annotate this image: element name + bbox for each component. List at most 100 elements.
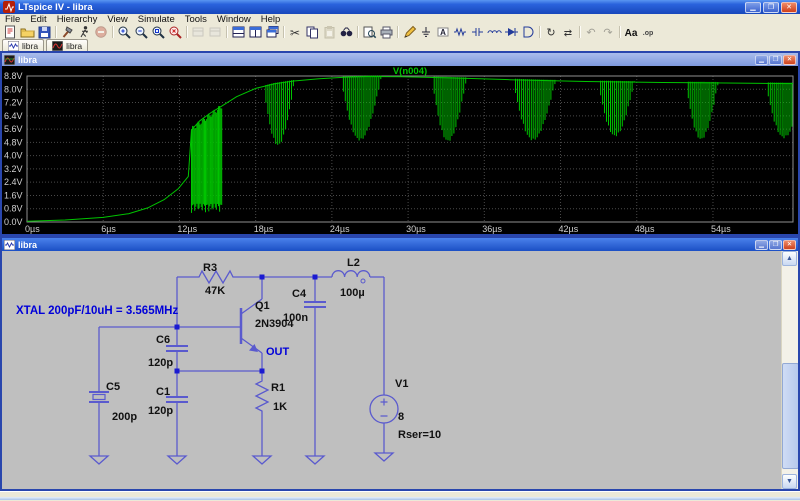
redo-button[interactable]: ↷	[600, 25, 617, 39]
zoom-out-button[interactable]	[133, 25, 150, 39]
component-button[interactable]	[520, 25, 537, 39]
open-button[interactable]	[19, 25, 36, 39]
zoom-full-extents-button[interactable]	[150, 25, 167, 39]
tile-vertical-button[interactable]	[247, 25, 264, 39]
net-label-button[interactable]: A	[435, 25, 452, 39]
schematic-canvas[interactable]: R347K L2100µ C4100n Q12N3904OUT C6120p C…	[2, 251, 798, 489]
undo-button[interactable]: ↶	[583, 25, 600, 39]
menu-help[interactable]: Help	[256, 14, 286, 25]
net-label-out[interactable]: OUT	[266, 346, 290, 358]
find-button[interactable]	[338, 25, 355, 39]
svg-text:200p: 200p	[112, 411, 137, 423]
schem-minimize-button[interactable]: ▁	[755, 240, 768, 250]
minimize-button[interactable]: ▁	[745, 2, 761, 13]
rotate-icon: ↻	[544, 25, 559, 39]
zoom-in-button[interactable]	[116, 25, 133, 39]
ground-symbol[interactable]	[90, 456, 108, 464]
schem-maximize-button[interactable]: ❐	[769, 240, 782, 250]
save-button[interactable]	[36, 25, 53, 39]
text-button[interactable]: Aa	[623, 25, 640, 39]
halt-button[interactable]	[93, 25, 110, 39]
wave-maximize-button[interactable]: ❐	[769, 55, 782, 65]
plot-settings-button[interactable]	[207, 25, 224, 39]
menu-simulate[interactable]: Simulate	[133, 14, 180, 25]
component-V1[interactable]: V18Rser=10	[370, 378, 441, 441]
scroll-up-button[interactable]: ▲	[782, 251, 797, 266]
copy-button[interactable]	[304, 25, 321, 39]
schem-close-button[interactable]: ✕	[783, 240, 796, 250]
autorange-y-axis-button[interactable]	[190, 25, 207, 39]
undo-icon: ↶	[584, 25, 599, 39]
svg-text:C6: C6	[156, 334, 170, 346]
control-panel-button[interactable]	[59, 25, 76, 39]
print-button[interactable]	[378, 25, 395, 39]
ground-symbol[interactable]	[306, 456, 324, 464]
wave-minimize-button[interactable]: ▁	[755, 55, 768, 65]
component-L2[interactable]: L2 100µ	[332, 257, 370, 299]
schematic-comment[interactable]: XTAL 200pF/10uH = 3.565MHz	[16, 305, 178, 317]
new-schematic-button[interactable]	[2, 25, 19, 39]
menu-view[interactable]: View	[102, 14, 132, 25]
edit-label-button[interactable]	[401, 25, 418, 39]
tile-horizontal-button[interactable]	[230, 25, 247, 39]
menu-tools[interactable]: Tools	[180, 14, 212, 25]
component-R1[interactable]: R11K	[256, 378, 287, 414]
component-C6[interactable]: C6120p	[148, 334, 188, 369]
ground-symbol[interactable]	[375, 453, 393, 461]
waveform-plot[interactable]: 8.8V8.0V7.2V6.4V5.6V4.8V4.0V3.2V2.4V1.6V…	[2, 66, 798, 234]
svg-text:Rser=10: Rser=10	[398, 429, 441, 441]
cascade-windows-button[interactable]	[264, 25, 281, 39]
waveform-plot-area[interactable]: 8.8V8.0V7.2V6.4V5.6V4.8V4.0V3.2V2.4V1.6V…	[2, 66, 798, 234]
svg-text:54µs: 54µs	[711, 224, 731, 234]
print-preview-button[interactable]	[361, 25, 378, 39]
menu-window[interactable]: Window	[212, 14, 256, 25]
toolbar-separator	[357, 26, 359, 38]
svg-text:36µs: 36µs	[482, 224, 502, 234]
run-button[interactable]	[76, 25, 93, 39]
menu-file[interactable]: File	[0, 14, 25, 25]
capacitor-button[interactable]	[469, 25, 486, 39]
tab-libra-1[interactable]: libra	[2, 39, 44, 51]
svg-text:0.0V: 0.0V	[4, 217, 23, 227]
maximize-button[interactable]: ❐	[763, 2, 779, 13]
svg-text:L2: L2	[347, 257, 360, 269]
resistor-button[interactable]	[452, 25, 469, 39]
wave-close-button[interactable]: ✕	[783, 55, 796, 65]
spice-directive-button[interactable]: .op	[640, 25, 657, 39]
svg-text:0.8V: 0.8V	[4, 204, 23, 214]
svg-text:100µ: 100µ	[340, 287, 365, 299]
component-C1[interactable]: C1120p	[148, 386, 188, 417]
menu-edit[interactable]: Edit	[25, 14, 51, 25]
svg-text:6.4V: 6.4V	[4, 111, 23, 121]
cut-button[interactable]: ✂	[287, 25, 304, 39]
vertical-scrollbar[interactable]: ▲ ▼	[781, 251, 798, 489]
wires[interactable]	[99, 277, 384, 456]
ground-button[interactable]	[418, 25, 435, 39]
scrollbar-thumb[interactable]	[782, 363, 798, 469]
component-C5[interactable]: C5200p	[89, 381, 137, 423]
paste-icon	[322, 25, 337, 39]
waveform-window-icon	[4, 55, 15, 65]
svg-text:120p: 120p	[148, 405, 173, 417]
close-button[interactable]: ✕	[781, 2, 797, 13]
mirror-button[interactable]: ⇄	[560, 25, 577, 39]
trace-label[interactable]: V(n004)	[393, 66, 427, 77]
zoom-full-extents-icon	[151, 25, 166, 39]
rotate-button[interactable]: ↻	[543, 25, 560, 39]
zoom-back-button[interactable]	[167, 25, 184, 39]
tile-vertical-icon	[248, 25, 263, 39]
diode-button[interactable]	[503, 25, 520, 39]
tab-libra-2[interactable]: libra	[46, 39, 88, 51]
ground-symbol[interactable]	[253, 456, 271, 464]
schematic-drawing[interactable]: R347K L2100µ C4100n Q12N3904OUT C6120p C…	[2, 251, 765, 489]
menu-hierarchy[interactable]: Hierarchy	[52, 14, 103, 25]
component-R3[interactable]: R347K	[196, 262, 236, 297]
svg-text:7.2V: 7.2V	[4, 98, 23, 108]
ground-symbol[interactable]	[168, 456, 186, 464]
scroll-down-button[interactable]: ▼	[782, 474, 797, 489]
svg-text:4.8V: 4.8V	[4, 137, 23, 147]
inductor-button[interactable]	[486, 25, 503, 39]
svg-text:.op: .op	[643, 30, 654, 37]
paste-button[interactable]	[321, 25, 338, 39]
svg-text:3.2V: 3.2V	[4, 164, 23, 174]
